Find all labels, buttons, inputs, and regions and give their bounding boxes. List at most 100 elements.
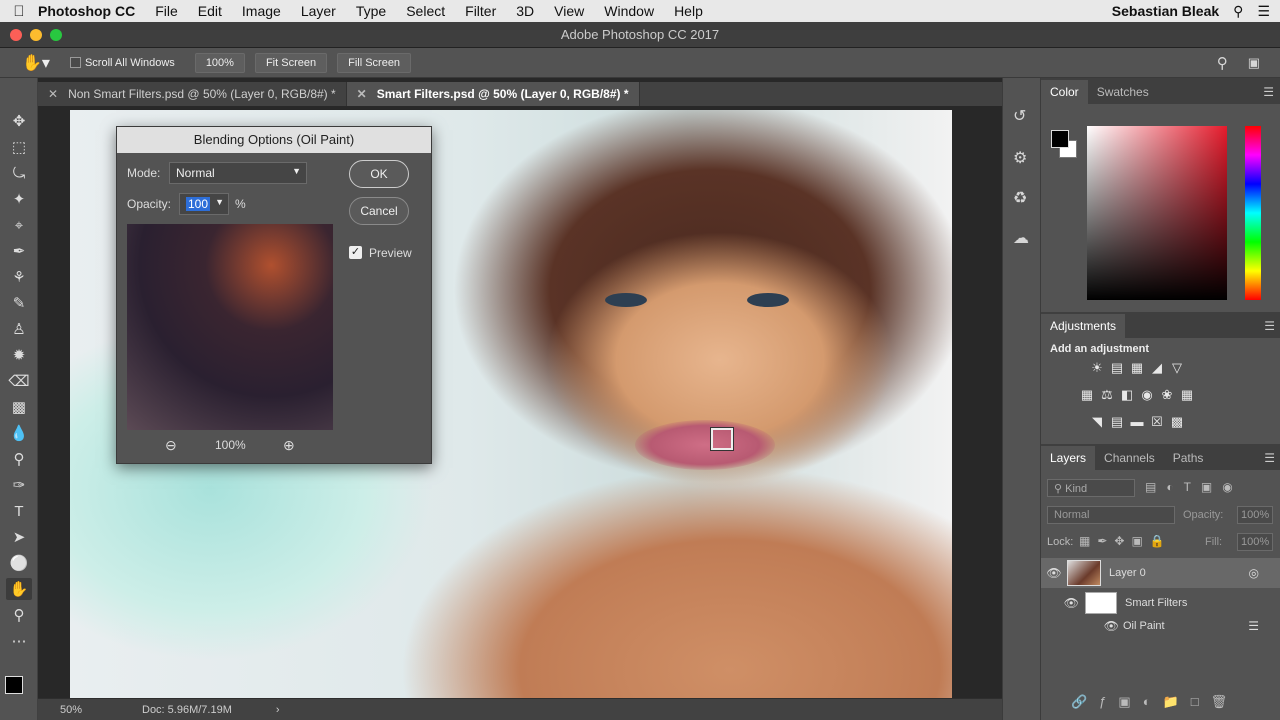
eye-icon[interactable]: 👁 [1041, 596, 1085, 610]
menu-help[interactable]: Help [674, 3, 703, 19]
menu-filter[interactable]: Filter [465, 3, 496, 19]
layer-row-oil-paint[interactable]: 👁 Oil Paint ☰ [1041, 616, 1280, 636]
color-field[interactable] [1087, 126, 1227, 300]
blend-mode-select[interactable]: Normal [1047, 506, 1175, 524]
more-tools-icon[interactable]: ⋯ [6, 630, 32, 652]
search-icon[interactable]: ⚲ [1217, 54, 1228, 72]
fit-screen-button[interactable]: Fit Screen [254, 52, 328, 73]
threshold-icon[interactable]: ▬ [1127, 414, 1147, 430]
layer-row-smart-filters[interactable]: 👁 Smart Filters [1041, 590, 1280, 616]
color-balance-icon[interactable]: ⚖ [1097, 387, 1117, 403]
menu-type[interactable]: Type [356, 3, 386, 19]
zoom-out-icon[interactable]: ⊖ [165, 437, 177, 454]
magic-wand-icon[interactable]: ✦ [6, 188, 32, 210]
history-icon[interactable]: ↺ [1013, 106, 1026, 126]
eye-icon[interactable]: 👁 [1041, 566, 1067, 580]
selective-color-icon[interactable]: ☒ [1147, 414, 1167, 430]
tab-swatches[interactable]: Swatches [1088, 80, 1158, 104]
apple-icon[interactable]:  [0, 3, 38, 20]
gradient-tool-icon[interactable]: ▩ [6, 396, 32, 418]
mode-select[interactable]: Normal ▼ [169, 162, 307, 184]
marquee-tool-icon[interactable]: ⬚ [6, 136, 32, 158]
stamp-tool-icon[interactable]: ♙ [6, 318, 32, 340]
hand-tool-preset-icon[interactable]: ✋▾ [22, 53, 50, 73]
zoom-tool-icon[interactable]: ⚲ [6, 604, 32, 626]
tab-channels[interactable]: Channels [1095, 446, 1164, 470]
vibrance-icon[interactable]: ▽ [1167, 360, 1187, 376]
color-lookup-icon[interactable]: ▦ [1177, 387, 1197, 403]
levels-icon[interactable]: ▤ [1107, 360, 1127, 376]
hand-tool-icon[interactable]: ✋ [6, 578, 32, 600]
chevron-down-icon[interactable]: ▼ [215, 197, 224, 207]
eye-icon[interactable]: 👁 [1041, 619, 1123, 633]
filter-blending-options-icon[interactable]: ☰ [1248, 619, 1259, 633]
tab-non-smart-filters[interactable]: ✕ Non Smart Filters.psd @ 50% (Layer 0, R… [38, 82, 347, 106]
history-brush-icon[interactable]: ✹ [6, 344, 32, 366]
brush-tool-icon[interactable]: ✎ [6, 292, 32, 314]
menu-view[interactable]: View [554, 3, 584, 19]
hue-slider[interactable] [1245, 126, 1261, 300]
black-white-icon[interactable]: ◧ [1117, 387, 1137, 403]
lock-icons[interactable]: ▦✒✥▣🔒 [1079, 534, 1172, 548]
scroll-all-checkbox[interactable] [69, 57, 81, 68]
layer-row-layer-0[interactable]: 👁 Layer 0 ◎ [1041, 558, 1280, 588]
filter-mask-thumbnail[interactable] [1085, 592, 1117, 614]
workspace-icon[interactable]: ▣ [1248, 55, 1260, 71]
opacity-input[interactable]: 100% [1237, 506, 1273, 524]
preview-checkbox[interactable]: ✓ [349, 246, 362, 259]
menu-file[interactable]: File [155, 3, 178, 19]
path-selection-icon[interactable]: ➤ [6, 526, 32, 548]
channel-mixer-icon[interactable]: ❀ [1157, 387, 1177, 403]
exposure-icon[interactable]: ◢ [1147, 360, 1167, 376]
crop-tool-icon[interactable]: ⌖ [6, 214, 32, 236]
panel-menu-icon[interactable]: ☰ [1264, 314, 1275, 338]
tab-layers[interactable]: Layers [1041, 446, 1096, 470]
zoom-100-button[interactable]: 100% [194, 52, 245, 73]
fill-input[interactable]: 100% [1237, 533, 1273, 551]
menu-layer[interactable]: Layer [301, 3, 336, 19]
brightness-icon[interactable]: ☀ [1087, 360, 1107, 376]
layer-filter-select[interactable]: ⚲ Kind [1047, 479, 1135, 497]
close-window-icon[interactable] [10, 29, 22, 41]
cancel-button[interactable]: Cancel [349, 197, 409, 225]
status-arrow-icon[interactable]: › [276, 704, 280, 716]
pen-tool-icon[interactable]: ✑ [6, 474, 32, 496]
filter-preview[interactable] [127, 224, 333, 430]
menu-select[interactable]: Select [406, 3, 445, 19]
panel-menu-icon[interactable]: ☰ [1264, 446, 1275, 470]
app-menu[interactable]: Photoshop CC [38, 3, 135, 19]
panel-menu-icon[interactable]: ☰ [1263, 80, 1274, 104]
tab-adjustments[interactable]: Adjustments [1041, 314, 1126, 338]
ok-button[interactable]: OK [349, 160, 409, 188]
zoom-window-icon[interactable] [50, 29, 62, 41]
healing-brush-icon[interactable]: ⚘ [6, 266, 32, 288]
zoom-level[interactable]: 50% [60, 704, 110, 716]
hamburger-icon[interactable]: ☰ [1257, 3, 1270, 20]
hue-saturation-icon[interactable]: ▦ [1077, 387, 1097, 403]
invert-icon[interactable]: ◥ [1087, 414, 1107, 430]
gradient-map-icon[interactable]: ▩ [1167, 414, 1187, 430]
type-tool-icon[interactable]: T [6, 500, 32, 522]
tab-paths[interactable]: Paths [1164, 446, 1213, 470]
eraser-icon[interactable]: ⌫ [6, 370, 32, 392]
opacity-input[interactable]: 100 ▼ [179, 193, 229, 215]
menu-edit[interactable]: Edit [198, 3, 222, 19]
curves-icon[interactable]: ▦ [1127, 360, 1147, 376]
posterize-icon[interactable]: ▤ [1107, 414, 1127, 430]
dodge-tool-icon[interactable]: ⚲ [6, 448, 32, 470]
spotlight-icon[interactable]: ⚲ [1233, 3, 1243, 20]
close-tab-icon[interactable]: ✕ [357, 87, 367, 101]
fill-screen-button[interactable]: Fill Screen [337, 52, 412, 73]
tab-smart-filters[interactable]: ✕ Smart Filters.psd @ 50% (Layer 0, RGB/8… [346, 82, 640, 106]
minimize-window-icon[interactable] [30, 29, 42, 41]
menu-window[interactable]: Window [604, 3, 654, 19]
menu-3d[interactable]: 3D [516, 3, 534, 19]
foreground-color-swatch[interactable] [1051, 130, 1069, 148]
foreground-color-swatch[interactable] [5, 676, 23, 694]
libraries-icon[interactable]: ☁ [1013, 228, 1029, 248]
menu-image[interactable]: Image [242, 3, 281, 19]
close-tab-icon[interactable]: ✕ [48, 87, 58, 101]
user-name[interactable]: Sebastian Bleak [1112, 3, 1219, 19]
shape-tool-icon[interactable]: ⚪ [6, 552, 32, 574]
character-icon[interactable]: ♻ [1013, 188, 1027, 208]
